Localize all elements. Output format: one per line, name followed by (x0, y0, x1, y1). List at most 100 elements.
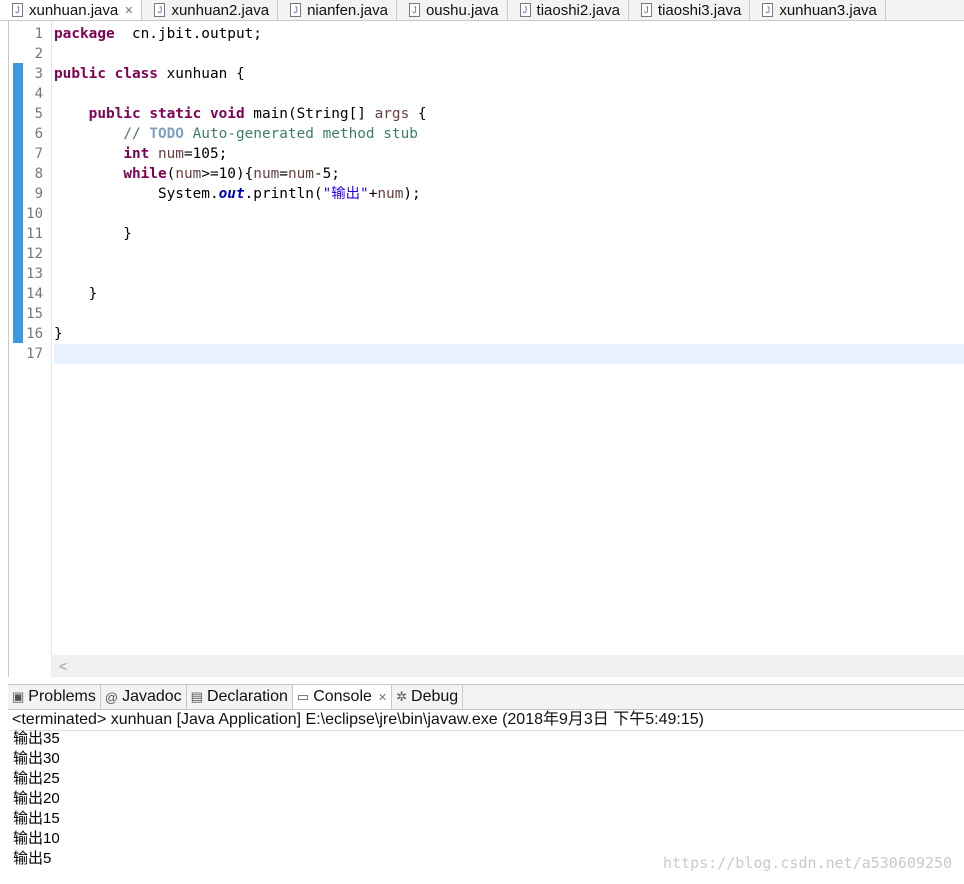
panel-tab-console[interactable]: ▭ Console ✕ (292, 685, 393, 709)
code-line: System.out.println("输出"+num); (54, 184, 964, 204)
code-token: while (123, 166, 167, 182)
line-number: 6 (34, 126, 43, 142)
watermark: https://blog.csdn.net/a530609250 (663, 854, 952, 872)
code-line: } (54, 284, 964, 304)
tab-label: xunhuan3.java (779, 1, 877, 19)
code-token: >=10){ (201, 166, 254, 182)
panel-tab-declaration[interactable]: ▤ Declaration (187, 685, 293, 709)
scroll-left-arrow[interactable]: < (59, 658, 67, 674)
code-token: static (149, 106, 202, 122)
tab-label: Javadoc (122, 688, 182, 705)
line-number: 17 (26, 346, 43, 362)
code-token: xunhuan { (157, 66, 245, 82)
bug-icon: ✲ (396, 689, 408, 704)
line-number: 4 (34, 86, 43, 102)
code-token: .println( (244, 186, 323, 202)
console-output-line: 输出20 (13, 790, 60, 807)
at-icon: @ (104, 689, 119, 705)
editor-tab-nianfen[interactable]: Jnianfen.java (278, 0, 397, 20)
editor-tab-tiaoshi3[interactable]: Jtiaoshi3.java (629, 0, 751, 20)
java-file-icon: J (290, 3, 302, 17)
editor-tab-xunhuan3[interactable]: Jxunhuan3.java (750, 0, 886, 20)
code-line: public static void main(String[] args { (54, 104, 964, 124)
code-token: num (377, 186, 404, 202)
code-token: ); (403, 186, 421, 202)
line-number: 5 (34, 106, 43, 122)
code-token: // (123, 126, 150, 142)
console-output-line: 输出25 (13, 770, 60, 787)
line-number: 15 (26, 306, 43, 322)
line-number: 11 (26, 226, 43, 242)
panel-tab-problems[interactable]: ▣ Problems (8, 685, 101, 709)
code-token: num (175, 166, 202, 182)
line-number: 16 (26, 326, 43, 342)
line-number: 8 (34, 166, 43, 182)
close-icon[interactable]: ✕ (378, 691, 387, 704)
code-token: int (123, 146, 150, 162)
code-token: -5; (313, 166, 340, 182)
panel-tab-debug[interactable]: ✲ Debug (392, 685, 464, 709)
tab-label: Debug (411, 688, 459, 705)
console-output-line: 输出10 (13, 830, 60, 847)
code-line: while(num>=10){num=num-5; (54, 164, 964, 184)
editor-tab-xunhuan[interactable]: Jxunhuan.java ✕ (0, 0, 143, 20)
code-token: =105; (183, 146, 228, 162)
line-number-gutter: 1 2 3 4 5 6 7 8 9 10 11 12 13 14 15 16 17 (23, 21, 52, 655)
console-output-line: 输出30 (13, 750, 60, 767)
code-token: "输出" (322, 186, 369, 202)
code-token: cn.jbit.output; (114, 26, 262, 42)
close-icon[interactable]: ✕ (124, 4, 133, 17)
panel-tab-bar: ▣ Problems @ Javadoc ▤ Declaration ▭ Console ✕ ✲ D… (8, 684, 964, 710)
code-line: } (54, 224, 964, 244)
horizontal-scrollbar[interactable]: < (51, 655, 964, 677)
code-token: Auto-generated method stub (183, 126, 418, 142)
code-line: public class xunhuan { (54, 64, 964, 84)
editor-tab-xunhuan2[interactable]: Jxunhuan2.java (142, 0, 279, 20)
panel-tab-javadoc[interactable]: @ Javadoc (101, 685, 187, 709)
tab-label: xunhuan.java (29, 1, 119, 19)
code-token: num (157, 146, 184, 162)
line-number: 2 (34, 46, 43, 62)
code-token: public (88, 106, 141, 122)
code-token: num (287, 166, 314, 182)
editor-tab-tiaoshi2[interactable]: Jtiaoshi2.java (508, 0, 629, 20)
code-line: } (54, 324, 964, 344)
console-output-line: 输出35 (13, 730, 60, 747)
code-line: int num=105; (54, 144, 964, 164)
java-file-icon: J (154, 3, 166, 17)
code-token: = (279, 166, 288, 182)
code-token: ( (166, 166, 176, 182)
console-output-line: 输出15 (13, 810, 60, 827)
code-token: out (218, 186, 245, 202)
tab-label: Declaration (206, 688, 288, 705)
java-file-icon: J (12, 3, 23, 17)
code-token: System. (54, 186, 219, 202)
editor-tab-oushu[interactable]: Joushu.java (397, 0, 508, 20)
line-number: 12 (26, 246, 43, 262)
tab-label: Console (313, 688, 372, 705)
java-file-icon: J (762, 3, 774, 17)
line-number: 10 (26, 206, 43, 222)
editor-tab-bar: Jxunhuan.java ✕ Jxunhuan2.java Jnianfen.jav… (0, 0, 964, 21)
change-ruler (11, 21, 23, 655)
tab-label: Problems (28, 688, 96, 705)
problems-icon: ▣ (12, 689, 25, 704)
code-editor[interactable]: 1 2 3 4 5 6 7 8 9 10 11 12 13 14 15 16 17 package cn.jbi… (8, 21, 964, 677)
code-token: void (209, 106, 245, 122)
code-token: package (54, 26, 115, 42)
line-number: 9 (34, 186, 43, 202)
code-area[interactable]: package cn.jbit.output; public class xunh… (54, 21, 964, 655)
tab-label: nianfen.java (307, 1, 388, 19)
declaration-icon: ▤ (190, 689, 203, 704)
